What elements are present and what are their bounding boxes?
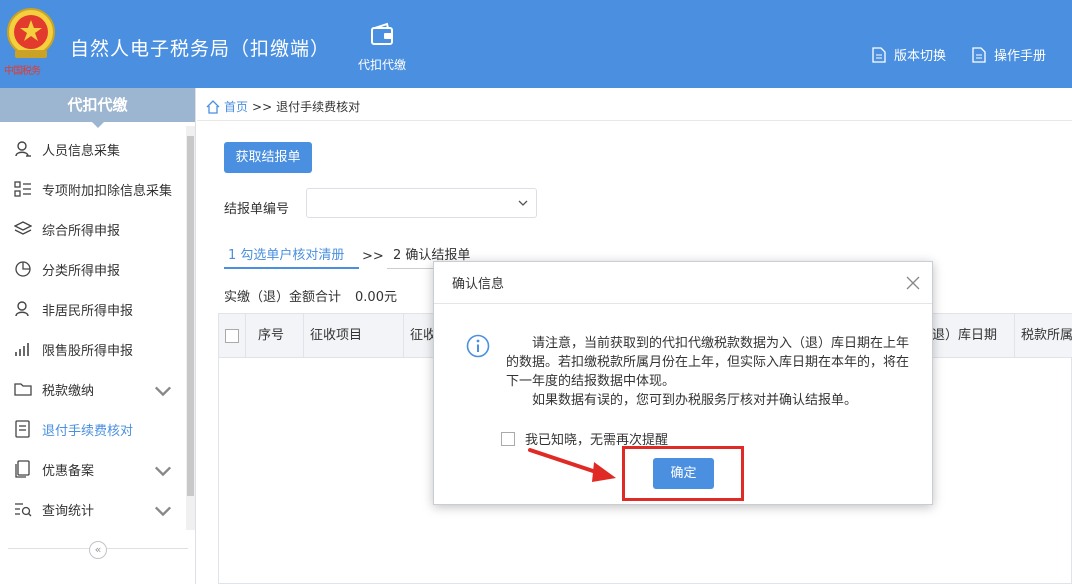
manual-label: 操作手册 — [994, 49, 1047, 64]
breadcrumb-current: 退付手续费核对 — [276, 100, 361, 114]
dialog-message: 请注意，当前获取到的代扣代缴税款数据为入（退）库日期在上年的数据。若扣缴税款所属… — [506, 334, 916, 410]
fetch-report-button[interactable]: 获取结报单 — [224, 142, 312, 173]
sidebar: 代扣代缴 人员信息采集 专项附加扣除信息采集 综合所得申报 分类所得申报 非居民… — [0, 88, 196, 584]
ok-button[interactable]: 确定 — [653, 458, 714, 489]
column-header: 序号 — [246, 314, 304, 358]
sidebar-item-preferential[interactable]: 优惠备案 — [0, 449, 186, 489]
document-icon — [872, 46, 886, 63]
sidebar-item-classified[interactable]: 分类所得申报 — [0, 249, 186, 289]
document-check-icon — [15, 420, 30, 438]
breadcrumb-divider — [197, 120, 1072, 121]
close-icon[interactable] — [906, 276, 920, 290]
scrollbar-thumb[interactable] — [187, 136, 194, 496]
sidebar-item-label: 非居民所得申报 — [42, 303, 134, 319]
sidebar-item-label: 优惠备案 — [42, 463, 95, 479]
version-switch-label: 版本切换 — [894, 49, 947, 64]
sidebar-item-personnel[interactable]: 人员信息采集 — [0, 129, 186, 169]
sidebar-item-label: 查询统计 — [42, 503, 95, 519]
collapse-sidebar-button[interactable]: « — [89, 541, 107, 559]
copy-icon — [15, 460, 30, 478]
column-header: 税款所属 — [1021, 328, 1072, 343]
emblem-caption: 中国税务 — [4, 66, 41, 77]
info-icon — [466, 334, 490, 358]
sidebar-title: 代扣代缴 — [0, 88, 195, 128]
breadcrumb-separator: >> — [252, 99, 273, 114]
chevron-down-icon — [154, 506, 172, 517]
sidebar-item-tax-payment[interactable]: 税款缴纳 — [0, 369, 186, 409]
manual-icon — [972, 46, 986, 63]
total-amount-value: 0.00元 — [355, 290, 397, 305]
dialog-title: 确认信息 — [434, 262, 932, 304]
dont-remind-checkbox[interactable] — [501, 431, 515, 446]
confirm-dialog: 确认信息 请注意，当前获取到的代扣代缴税款数据为入（退）库日期在上年的数据。若扣… — [433, 261, 933, 505]
sidebar-item-refund-fee[interactable]: 退付手续费核对 — [0, 409, 186, 449]
person-icon — [15, 301, 29, 317]
chevron-down-icon — [154, 386, 172, 397]
sidebar-item-label: 限售股所得申报 — [42, 343, 134, 359]
manual-link[interactable]: 操作手册 — [972, 45, 1046, 64]
sidebar-item-comprehensive[interactable]: 综合所得申报 — [0, 209, 186, 249]
step-separator: >> — [362, 249, 384, 264]
app-header: 中国税务 自然人电子税务局（扣缴端） 代扣代缴 版本切换 操作手册 — [0, 0, 1072, 88]
dialog-message-line-1: 请注意，当前获取到的代扣代缴税款数据为入（退）库日期在上年的数据。若扣缴税款所属… — [506, 336, 910, 389]
sidebar-item-label: 分类所得申报 — [42, 263, 121, 279]
tax-emblem-icon — [7, 8, 55, 58]
sidebar-item-nonresident[interactable]: 非居民所得申报 — [0, 289, 186, 329]
nav-withholding-label: 代扣代缴 — [357, 58, 406, 72]
total-amount-label: 实缴（退）金额合计 — [224, 290, 342, 305]
pie-icon — [15, 261, 31, 277]
step-1-tab[interactable]: 1 勾选单户核对清册 — [224, 244, 359, 269]
home-icon — [206, 99, 220, 114]
sidebar-item-label: 综合所得申报 — [42, 223, 121, 239]
wallet-icon — [371, 22, 393, 45]
report-no-select[interactable] — [306, 188, 537, 218]
sidebar-item-label: 人员信息采集 — [42, 143, 121, 159]
search-list-icon — [15, 503, 32, 517]
annotation-arrow-icon — [528, 448, 616, 482]
sidebar-item-restricted-shares[interactable]: 限售股所得申报 — [0, 329, 186, 369]
sidebar-item-label: 退付手续费核对 — [42, 423, 134, 439]
version-switch-link[interactable]: 版本切换 — [872, 45, 946, 64]
report-no-label: 结报单编号 — [224, 202, 290, 217]
column-header: 征收项目 — [304, 314, 404, 358]
folder-icon — [14, 383, 32, 396]
total-amount-row: 实缴（退）金额合计 0.00元 — [224, 286, 397, 305]
chevron-down-icon — [154, 466, 172, 477]
sidebar-item-label: 税款缴纳 — [42, 383, 95, 399]
column-header: （退）库日期 — [919, 314, 1015, 358]
select-all-cell — [219, 314, 246, 358]
sidebar-scrollbar[interactable] — [186, 126, 195, 530]
select-all-checkbox[interactable] — [225, 329, 239, 343]
dialog-message-line-2: 如果数据有误的，您可到办税服务厅核对并确认结报单。 — [532, 393, 858, 408]
list-icon — [14, 181, 31, 197]
person-icon — [15, 141, 31, 157]
sidebar-item-query[interactable]: 查询统计 — [0, 489, 186, 529]
nav-withholding[interactable]: 代扣代缴 — [348, 22, 416, 73]
bar-chart-icon — [15, 343, 29, 356]
app-title: 自然人电子税务局（扣缴端） — [70, 38, 331, 60]
sidebar-item-label: 专项附加扣除信息采集 — [42, 183, 173, 199]
chevron-down-icon — [518, 200, 528, 206]
layers-icon — [14, 221, 32, 235]
breadcrumb: 首页 >> 退付手续费核对 — [206, 98, 360, 115]
breadcrumb-home-link[interactable]: 首页 — [224, 98, 248, 115]
sidebar-item-special-deduction[interactable]: 专项附加扣除信息采集 — [0, 169, 186, 209]
